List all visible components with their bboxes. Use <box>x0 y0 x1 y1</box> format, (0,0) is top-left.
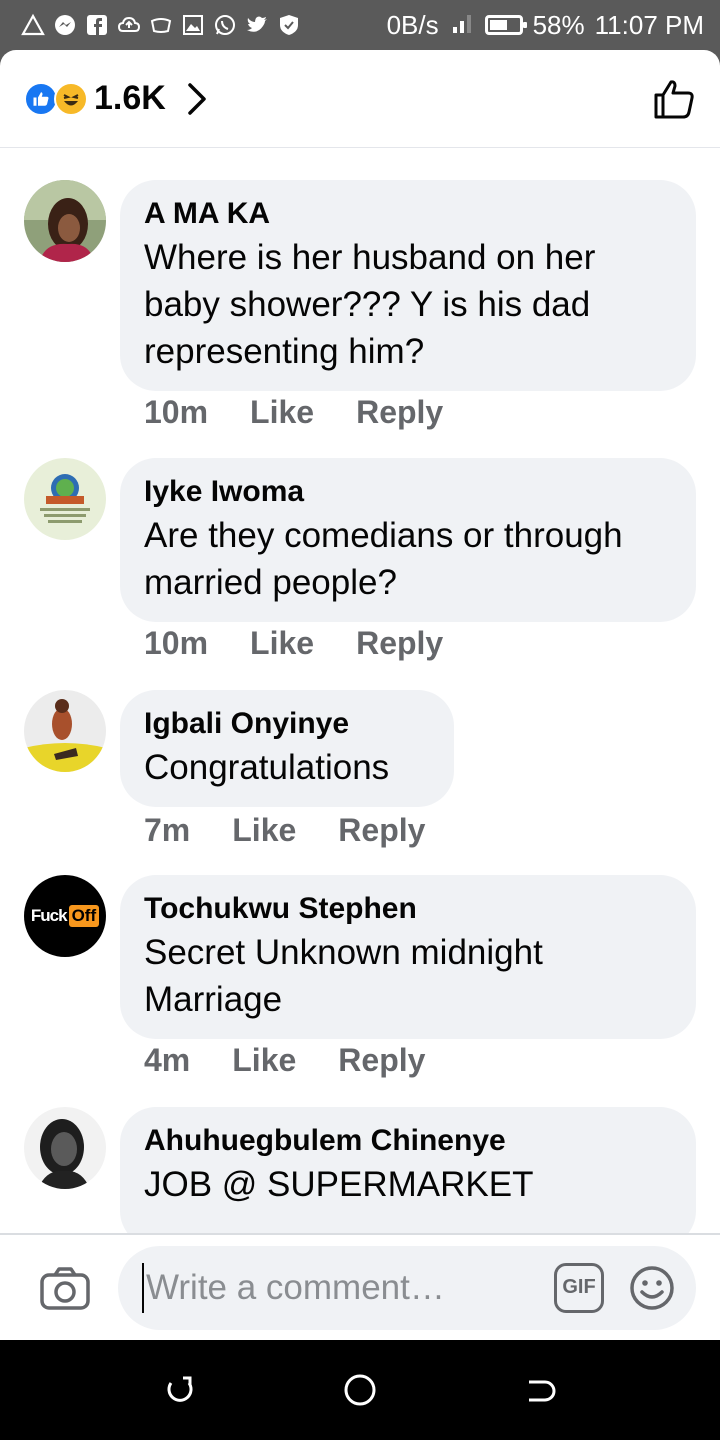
twitter-icon <box>244 12 270 38</box>
comment-time: 10m <box>144 394 209 430</box>
comment-text: Are they comedians or through married pe… <box>144 516 623 602</box>
messenger-icon <box>52 12 78 38</box>
like-button[interactable]: Like <box>250 625 314 662</box>
emoji-icon[interactable] <box>628 1264 676 1312</box>
reactions-header: 1.6K <box>0 50 720 148</box>
comment-author[interactable]: Igbali Onyinye <box>144 704 430 744</box>
status-bar: 0B/s 58% 11:07 PM <box>0 0 720 50</box>
comment-time: 7m <box>144 812 191 848</box>
reply-button[interactable]: Reply <box>338 812 425 849</box>
comment-bubble[interactable]: Iyke Iwoma Are they comedians or through… <box>120 458 696 622</box>
reply-button[interactable]: Reply <box>356 625 443 662</box>
like-post-button[interactable] <box>652 77 696 121</box>
comment-composer: Write a comment… GIF <box>0 1233 720 1340</box>
home-icon[interactable] <box>340 1370 380 1410</box>
comment-text: Secret Unknown midnight Marriage <box>144 933 543 1019</box>
comment-actions: 10m Like Reply <box>144 394 443 431</box>
comment-actions: 4m Like Reply <box>144 1042 425 1079</box>
back-icon[interactable] <box>520 1370 560 1410</box>
like-button[interactable]: Like <box>232 812 296 849</box>
comment-author[interactable]: A MA KA <box>144 194 672 234</box>
recents-icon[interactable] <box>160 1370 200 1410</box>
comment-time: 4m <box>144 1042 191 1078</box>
comment-text: Congratulations <box>144 748 390 787</box>
comment-author[interactable]: Tochukwu Stephen <box>144 889 672 929</box>
haha-reaction-icon <box>54 81 88 116</box>
comment-bubble[interactable]: A MA KA Where is her husband on her baby… <box>120 180 696 391</box>
clock: 11:07 PM <box>594 9 704 40</box>
signal-icon <box>449 9 475 42</box>
comment-author[interactable]: Iyke Iwoma <box>144 472 672 512</box>
avatar[interactable] <box>24 690 106 772</box>
comment-input[interactable]: Write a comment… GIF <box>118 1245 696 1330</box>
avatar-badge-right: Off <box>68 905 100 927</box>
reply-button[interactable]: Reply <box>338 1042 425 1079</box>
battery-percent: 58% <box>532 9 585 40</box>
comment-bubble[interactable]: Igbali Onyinye Congratulations <box>120 690 454 807</box>
comment-bubble[interactable]: Ahuhuegbulem Chinenye JOB @ SUPERMARKET <box>120 1107 696 1233</box>
reply-button[interactable]: Reply <box>356 394 443 431</box>
battery-icon <box>484 15 527 35</box>
text-caret <box>142 1262 144 1313</box>
status-right: 0B/s 58% 11:07 PM <box>387 9 704 42</box>
gallery-icon <box>180 12 206 38</box>
chevron-right-icon <box>186 81 208 117</box>
like-button[interactable]: Like <box>250 394 314 431</box>
cloud-icon <box>116 12 142 38</box>
reaction-count: 1.6K <box>94 79 166 117</box>
comment-placeholder: Write a comment… <box>146 1267 445 1307</box>
comment-text: Where is her husband on her baby shower?… <box>144 238 596 371</box>
tv-icon <box>148 12 174 38</box>
avatar[interactable] <box>24 458 106 540</box>
avatar[interactable]: Fuck Off <box>24 875 106 957</box>
avatar[interactable] <box>24 1107 106 1189</box>
like-reaction-icon <box>24 81 58 116</box>
comment-bubble[interactable]: Tochukwu Stephen Secret Unknown midnight… <box>120 875 696 1039</box>
reactions-summary[interactable]: 1.6K <box>24 79 208 118</box>
comment-text: JOB @ SUPERMARKET <box>144 1165 534 1204</box>
system-nav-bar <box>0 1340 720 1440</box>
camera-button[interactable] <box>38 1261 92 1315</box>
shield-icon <box>276 12 302 38</box>
like-button[interactable]: Like <box>232 1042 296 1079</box>
comment-actions: 10m Like Reply <box>144 625 443 662</box>
comment-author[interactable]: Ahuhuegbulem Chinenye <box>144 1121 672 1161</box>
facebook-icon <box>84 12 110 38</box>
alert-icon <box>20 12 46 38</box>
gif-button[interactable]: GIF <box>554 1262 604 1313</box>
whatsapp-icon <box>212 12 238 38</box>
avatar-badge-left: Fuck <box>30 906 68 925</box>
network-speed: 0B/s <box>386 9 439 40</box>
notification-icons <box>20 12 302 38</box>
comment-time: 10m <box>144 625 209 661</box>
comment-actions: 7m Like Reply <box>144 812 425 849</box>
comments-sheet: 1.6K A MA KA Where is her husband on her… <box>0 50 720 1340</box>
avatar[interactable] <box>24 180 106 262</box>
comment-list: A MA KA Where is her husband on her baby… <box>0 148 720 1233</box>
